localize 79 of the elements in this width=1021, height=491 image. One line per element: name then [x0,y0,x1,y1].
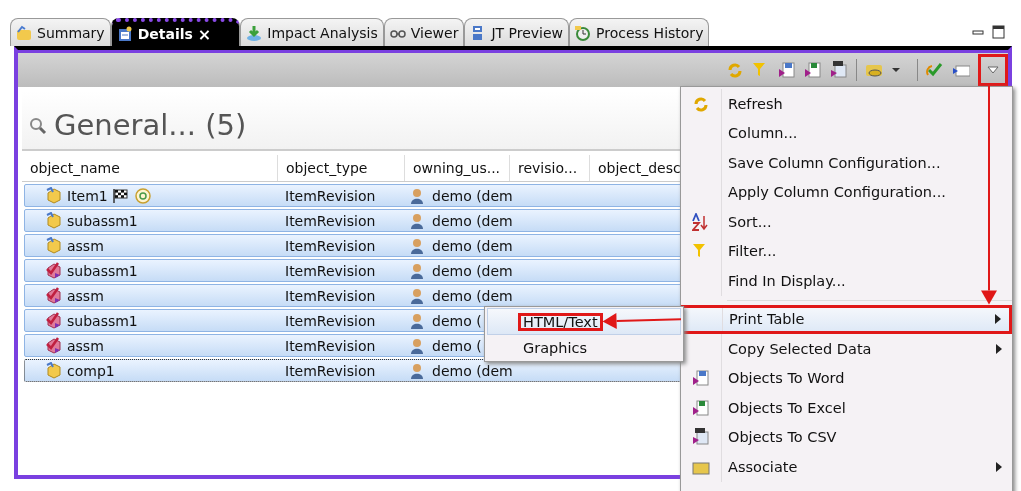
target-icon [133,186,152,205]
box-icon [45,186,63,205]
table-cell: assm [67,287,104,304]
checkmark-box-icon [45,336,63,355]
submenu-arrow-icon [996,461,1002,472]
excel-export-icon [692,398,710,417]
user-icon [410,362,424,379]
check-arrows-icon[interactable] [926,61,944,79]
table-cell: demo (dem [432,187,513,204]
tab[interactable]: Viewer [383,18,465,46]
column-header[interactable]: object_type [278,155,405,181]
table-cell: ItemRevision [285,212,376,229]
checkmark-box-icon [45,261,63,280]
checkmark-box-icon [45,311,63,330]
table-cell: demo (dem [432,237,513,254]
user-icon [410,262,424,279]
box-icon [45,211,63,230]
search-icon[interactable] [28,115,48,135]
submenu-arrow-icon [996,343,1002,354]
table-cell: subassm1 [67,212,138,229]
user-icon [410,287,424,304]
dropdown-triangle-icon [987,66,999,74]
table-cell: subassm1 [67,312,138,329]
menu-item[interactable]: Objects To Excel [681,393,1012,423]
user-icon [410,337,424,354]
tab[interactable]: Process History [569,18,710,46]
table-cell: ItemRevision [285,362,376,379]
column-header[interactable]: revisio... [510,155,590,181]
csv-export-icon[interactable] [830,61,848,79]
user-icon [410,312,424,329]
box-icon [45,236,63,255]
checkmark-box-icon [45,286,63,305]
excel-export-icon[interactable] [804,61,822,79]
table-cell: subassm1 [67,262,138,279]
box-icon [45,361,63,380]
table-cell: ItemRevision [285,262,376,279]
menu-item[interactable]: Print Table [681,304,1012,334]
table-cell: demo (dem [432,262,513,279]
clock-icon [575,24,592,41]
table-cell: assm [67,237,104,254]
tab[interactable]: Details × [110,18,241,46]
table-cell: ItemRevision [285,287,376,304]
refresh-icon [692,94,710,113]
table-cell: Item1 [67,187,108,204]
checkered-flag-icon [111,187,130,204]
view-menu-button[interactable] [978,54,1008,86]
table-cell: ItemRevision [285,187,376,204]
user-icon [410,237,424,254]
user-icon [410,187,424,204]
table-cell: ItemRevision [285,237,376,254]
user-icon [410,212,424,229]
menu-item[interactable]: Objects To CSV [681,422,1012,452]
column-header[interactable]: object_name [22,155,278,181]
menu-item[interactable]: Graphics [518,338,593,357]
table-cell: assm [67,337,104,354]
download-icon [246,24,263,41]
table-cell: demo ( [432,312,482,329]
section-title: General... (5) [54,108,247,142]
tab[interactable]: Impact Analysis [240,18,384,46]
tab[interactable]: Summary [10,18,111,46]
menu-item[interactable]: Refresh [681,89,1012,119]
word-export-icon [692,369,710,388]
maximize-icon[interactable] [992,25,1005,39]
submenu-arrow-icon [995,314,1001,325]
menu-item[interactable]: Column... [681,118,1012,148]
table-cell: ItemRevision [285,312,376,329]
column-header[interactable]: owning_us... [405,155,510,181]
menu-item[interactable]: Associate [681,452,1012,482]
csv-export-icon [692,428,710,447]
sort-icon [692,212,710,231]
table-cell: demo (dem [432,212,513,229]
tab[interactable]: JT Preview [464,18,570,46]
table-cell: comp1 [67,362,115,379]
table-cell: demo (dem [432,362,513,379]
word-export-icon[interactable] [778,61,796,79]
table-cell: ItemRevision [285,337,376,354]
table-cell: demo ( [432,337,482,354]
close-button[interactable]: × [197,24,212,44]
table-cell: demo (dem [432,287,513,304]
